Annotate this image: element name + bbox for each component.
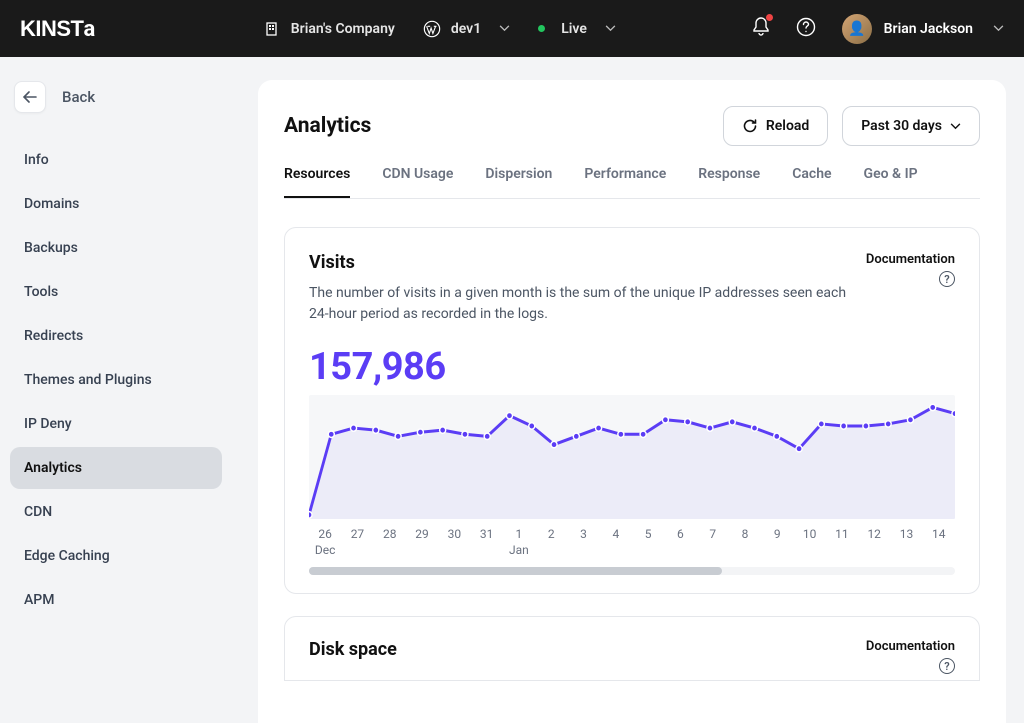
logo: KINSTa — [20, 16, 95, 42]
disk-space-title: Disk space — [309, 639, 397, 660]
x-tick: 6 — [664, 527, 696, 557]
x-tick: 9 — [761, 527, 793, 557]
wordpress-icon — [423, 20, 441, 38]
sidebar-item-tools[interactable]: Tools — [10, 271, 222, 313]
sidebar-item-edge-caching[interactable]: Edge Caching — [10, 535, 222, 577]
chevron-down-icon — [950, 123, 961, 130]
scrollbar-thumb[interactable] — [309, 567, 722, 575]
company-switcher[interactable]: Brian's Company — [265, 21, 395, 37]
x-tick: 28 — [374, 527, 406, 557]
notification-badge — [766, 14, 773, 21]
x-tick: 7 — [697, 527, 729, 557]
x-tick: 8 — [729, 527, 761, 557]
tabs: Resources CDN Usage Dispersion Performance R… — [284, 166, 980, 199]
tab-dispersion[interactable]: Dispersion — [485, 166, 552, 198]
visits-description: The number of visits in a given month is… — [309, 283, 866, 325]
date-range-picker[interactable]: Past 30 days — [842, 106, 980, 146]
x-tick: 2 — [535, 527, 567, 557]
tab-performance[interactable]: Performance — [584, 166, 666, 198]
sidebar-item-cdn[interactable]: CDN — [10, 491, 222, 533]
back-button[interactable] — [14, 81, 46, 113]
site-switcher[interactable]: dev1 — [423, 20, 510, 38]
documentation-link[interactable]: Documentation ? — [866, 252, 955, 287]
disk-space-card: Disk space Documentation ? — [284, 616, 980, 681]
help-icon — [796, 17, 816, 37]
x-tick: 29 — [406, 527, 438, 557]
sidebar-item-domains[interactable]: Domains — [10, 183, 222, 225]
x-tick: 30 — [438, 527, 470, 557]
chevron-down-icon — [499, 25, 510, 32]
visits-total: 157,986 — [309, 345, 955, 389]
company-name: Brian's Company — [291, 21, 395, 37]
tab-cdn-usage[interactable]: CDN Usage — [382, 166, 453, 198]
site-name: dev1 — [451, 21, 481, 37]
tab-resources[interactable]: Resources — [284, 166, 350, 198]
sidebar-item-themes-and-plugins[interactable]: Themes and Plugins — [10, 359, 222, 401]
company-icon — [265, 21, 281, 37]
user-name: Brian Jackson — [884, 21, 973, 37]
sidebar-item-apm[interactable]: APM — [10, 579, 222, 621]
chart-scrollbar[interactable] — [309, 567, 955, 575]
tab-response[interactable]: Response — [698, 166, 760, 198]
sidebar-item-backups[interactable]: Backups — [10, 227, 222, 269]
visits-card: Visits The number of visits in a given m… — [284, 227, 980, 594]
date-range-label: Past 30 days — [861, 118, 942, 134]
sidebar-item-ip-deny[interactable]: IP Deny — [10, 403, 222, 445]
reload-icon — [742, 118, 758, 134]
notifications-button[interactable] — [752, 17, 770, 41]
env-switcher[interactable]: Live — [538, 21, 616, 37]
x-tick: 27 — [341, 527, 373, 557]
x-tick: 4 — [600, 527, 632, 557]
x-tick: 31 — [470, 527, 502, 557]
x-tick: 11 — [826, 527, 858, 557]
documentation-label: Documentation — [866, 252, 955, 267]
help-button[interactable] — [796, 17, 816, 41]
x-tick: 3 — [567, 527, 599, 557]
x-tick: 12 — [858, 527, 890, 557]
x-tick: 10 — [793, 527, 825, 557]
sidebar-item-redirects[interactable]: Redirects — [10, 315, 222, 357]
back-label: Back — [62, 88, 95, 106]
x-tick: 14 — [923, 527, 955, 557]
x-tick: 1Jan — [503, 527, 535, 557]
top-header: KINSTa Brian's Company dev1 Live 👤 Brian… — [0, 0, 1024, 57]
reload-label: Reload — [766, 118, 809, 134]
page-title: Analytics — [284, 114, 709, 138]
arrow-left-icon — [23, 91, 37, 103]
documentation-link[interactable]: Documentation ? — [866, 639, 955, 674]
env-label: Live — [561, 21, 587, 37]
visits-chart: 26Dec27282930311Jan234567891011121314 — [309, 395, 955, 557]
help-icon: ? — [939, 271, 955, 287]
sidebar-item-info[interactable]: Info — [10, 139, 222, 181]
tab-geo-ip[interactable]: Geo & IP — [864, 166, 918, 198]
tab-cache[interactable]: Cache — [792, 166, 831, 198]
x-tick: 5 — [632, 527, 664, 557]
documentation-label: Documentation — [866, 639, 955, 654]
reload-button[interactable]: Reload — [723, 106, 828, 146]
x-tick: 13 — [890, 527, 922, 557]
sidebar: Back InfoDomainsBackupsToolsRedirectsThe… — [0, 57, 232, 723]
visits-title: Visits — [309, 252, 866, 273]
x-tick: 26Dec — [309, 527, 341, 557]
sidebar-item-analytics[interactable]: Analytics — [10, 447, 222, 489]
live-status-dot — [538, 25, 545, 32]
user-menu[interactable]: 👤 Brian Jackson — [842, 14, 1004, 44]
chevron-down-icon — [605, 25, 616, 32]
avatar: 👤 — [842, 14, 872, 44]
help-icon: ? — [939, 658, 955, 674]
chevron-down-icon — [993, 25, 1004, 32]
main-panel: Analytics Reload Past 30 days Resources C… — [258, 80, 1006, 723]
